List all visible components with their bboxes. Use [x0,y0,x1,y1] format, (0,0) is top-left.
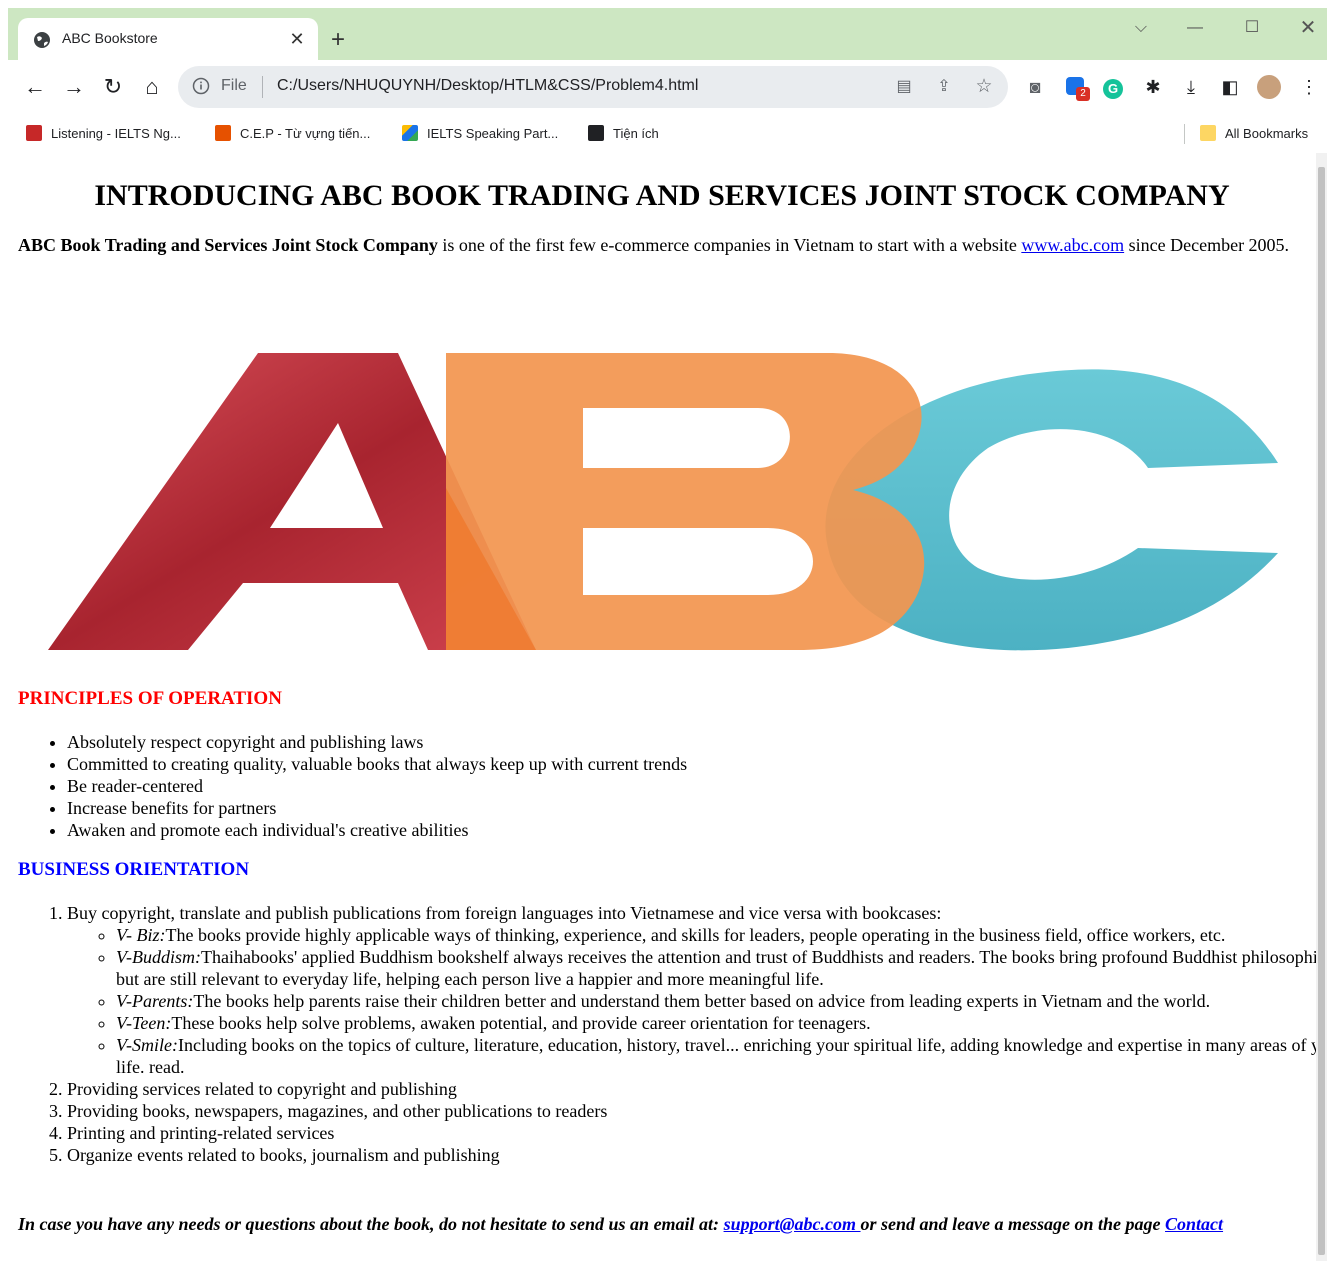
close-window-button[interactable]: ✕ [1293,16,1323,40]
vertical-scrollbar[interactable] [1316,153,1327,1261]
minimize-button[interactable]: — [1180,16,1210,40]
bookmark-ielts-speaking[interactable]: IELTS Speaking Part... [402,125,558,143]
scrollbar-thumb[interactable] [1318,167,1325,1255]
info-icon[interactable] [192,77,210,95]
principles-list: Absolutely respect copyright and publish… [18,731,687,841]
principles-heading: PRINCIPLES OF OPERATION [18,688,282,709]
website-link[interactable]: www.abc.com [1021,235,1124,255]
tab-title: ABC Bookstore [62,30,158,46]
list-item-text: Buy copyright, translate and publish pub… [67,903,942,923]
bookcase-desc: Thaihabooks' applied Buddhism bookshelf … [116,947,1316,989]
bookcase-item: V-Smile:Including books on the topics of… [116,1034,1316,1078]
profile-avatar[interactable] [1256,74,1282,100]
share-icon[interactable]: ⇪ [932,75,956,99]
logo-letter-b [446,353,925,650]
footer-text: In case you have any needs or questions … [18,1214,724,1234]
email-link[interactable]: support@abc.com [724,1214,861,1234]
bookmark-label: IELTS Speaking Part... [427,126,559,141]
intro-text-end: since December 2005. [1124,235,1290,255]
bookmark-label: Listening - IELTS Ng... [51,126,181,141]
puzzle-icon [588,125,604,141]
menu-kebab-icon[interactable]: ⋮ [1296,74,1322,100]
globe-icon [34,32,50,48]
bookcase-desc: The books help parents raise their child… [193,991,1211,1011]
extension-badge-count: 2 [1076,87,1090,101]
list-item: Organize events related to books, journa… [67,1144,1316,1166]
drive-icon [402,125,418,141]
intro-text: is one of the first few e-commerce compa… [437,235,1022,255]
bookcase-name: V-Buddism: [116,947,201,967]
folder-icon [1200,125,1216,141]
all-bookmarks-button[interactable]: All Bookmarks [1200,125,1308,143]
bookmark-label: Tiện ích [613,126,659,141]
cep-favicon-icon [215,125,231,141]
business-heading: BUSINESS ORIENTATION [18,859,250,880]
company-name: ABC Book Trading and Services Joint Stoc… [18,235,438,255]
bookcase-desc: The books provide highly applicable ways… [165,925,1226,945]
extension-badge-icon[interactable]: 2 [1062,74,1090,101]
bookmark-cep[interactable]: C.E.P - Từ vựng tiến... [215,125,370,143]
url-text[interactable]: C:/Users/NHUQUYNH/Desktop/HTLM&CSS/Probl… [277,77,698,95]
contact-link[interactable]: Contact [1165,1214,1223,1234]
list-item: Providing books, newspapers, magazines, … [67,1100,1316,1122]
intro-paragraph: ABC Book Trading and Services Joint Stoc… [18,234,1306,256]
forward-icon[interactable]: → [61,74,87,100]
browser-chrome: ABC Bookstore ✕ + ⌵ — ☐ ✕ ← → ↻ ⌂ File C… [8,8,1327,154]
grammarly-icon[interactable]: G [1100,74,1126,100]
bookcase-name: V- Biz: [116,925,166,945]
footer-text-middle: or send and leave a message on the page [860,1214,1166,1234]
list-item: Providing services related to copyright … [67,1078,1316,1100]
maximize-button[interactable]: ☐ [1237,16,1267,40]
extensions-puzzle-icon[interactable]: ✱ [1140,74,1166,100]
bookcase-item: V-Parents:The books help parents raise t… [116,990,1316,1012]
browser-toolbar: ← → ↻ ⌂ File C:/Users/NHUQUYNH/Desktop/H… [8,60,1327,114]
page-title: INTRODUCING ABC BOOK TRADING AND SERVICE… [94,179,1230,212]
list-item: Printing and printing-related services [67,1122,1316,1144]
bookcase-list: V- Biz:The books provide highly applicab… [67,924,1316,1078]
bookmark-label: C.E.P - Từ vựng tiến... [240,126,371,141]
translate-icon[interactable]: ▤ [892,75,916,99]
address-bar[interactable]: File C:/Users/NHUQUYNH/Desktop/HTLM&CSS/… [178,66,1008,108]
bookcase-name: V-Parents: [116,991,194,1011]
bookmarks-separator [1184,124,1185,144]
reload-icon[interactable]: ↻ [100,74,126,100]
bookcase-item: V-Buddism:Thaihabooks' applied Buddhism … [116,946,1316,990]
new-tab-button[interactable]: + [324,26,352,54]
bookcase-name: V-Teen: [116,1013,172,1033]
list-item: Buy copyright, translate and publish pub… [67,902,1316,1078]
url-separator [262,76,263,98]
download-icon[interactable]: ⤓ [1178,74,1204,100]
bookcase-item: V- Biz:The books provide highly applicab… [116,924,1316,946]
ielts-favicon-icon [26,125,42,141]
bookmark-tien-ich[interactable]: Tiện ích [588,125,659,143]
business-list: Buy copyright, translate and publish pub… [18,902,1316,1166]
all-bookmarks-label: All Bookmarks [1225,126,1309,141]
list-item: Be reader-centered [67,775,687,797]
camera-icon[interactable]: ◙ [1022,74,1048,100]
list-item: Absolutely respect copyright and publish… [67,731,687,753]
close-tab-icon[interactable]: ✕ [284,26,310,52]
list-item: Committed to creating quality, valuable … [67,753,687,775]
bookcase-desc: These books help solve problems, awaken … [171,1013,871,1033]
bookmarks-bar: Listening - IELTS Ng... C.E.P - Từ vựng … [8,114,1327,154]
back-icon[interactable]: ← [22,74,48,100]
tab-search-icon[interactable]: ⌵ [1126,16,1156,40]
list-item: Awaken and promote each individual's cre… [67,819,687,841]
side-panel-icon[interactable]: ◧ [1217,74,1243,100]
bookmark-listening[interactable]: Listening - IELTS Ng... [26,125,181,143]
bookmark-star-icon[interactable]: ☆ [972,75,996,99]
url-scheme: File [221,77,247,94]
bookcase-desc: Including books on the topics of culture… [116,1035,1316,1077]
page-content: INTRODUCING ABC BOOK TRADING AND SERVICE… [8,153,1316,1261]
bookcase-name: V-Smile: [116,1035,178,1055]
list-item: Increase benefits for partners [67,797,687,819]
contact-paragraph: In case you have any needs or questions … [18,1213,1308,1235]
browser-tab[interactable]: ABC Bookstore ✕ [18,18,318,62]
home-icon[interactable]: ⌂ [139,74,165,100]
bookcase-item: V-Teen:These books help solve problems, … [116,1012,1316,1034]
abc-logo [48,353,1278,651]
